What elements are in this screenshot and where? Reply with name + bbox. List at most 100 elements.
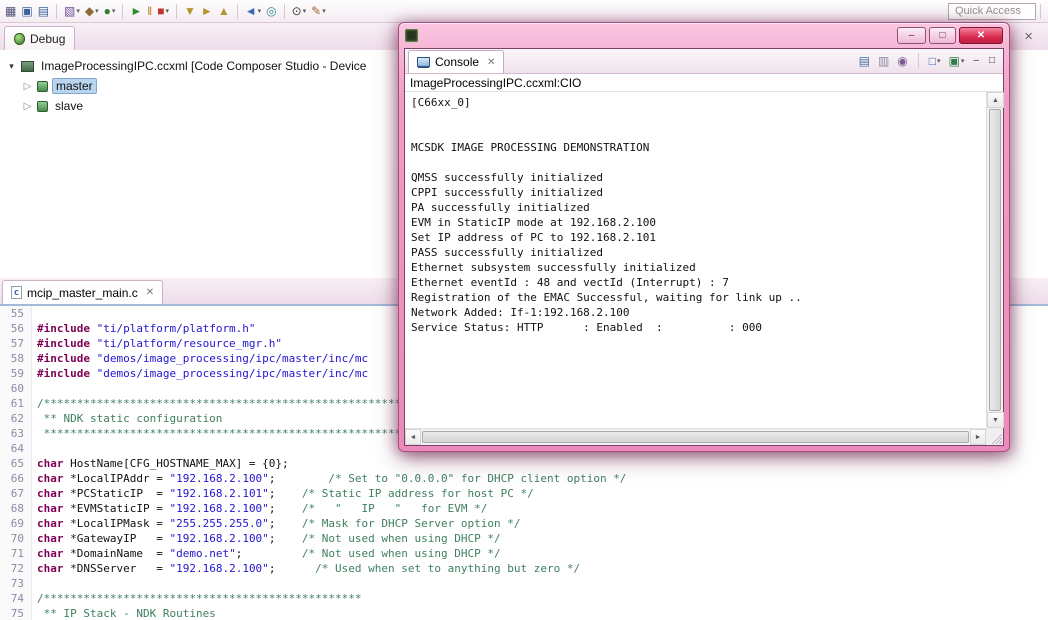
vertical-scrollbar[interactable]: ▲ ▼ (986, 92, 1004, 428)
resume-icon: ► (130, 4, 143, 18)
code-segment: /* Static IP address for host PC */ (275, 487, 534, 500)
search-icon: ⊙ (291, 4, 302, 18)
scroll-down-icon[interactable]: ▼ (987, 412, 1004, 428)
code-text: /***************************************… (32, 591, 362, 606)
clear-console-icon[interactable]: ▤ (857, 51, 872, 70)
resize-grip[interactable] (990, 432, 1002, 444)
tab-mcip-master-main[interactable]: c mcip_master_main.c ✕ (2, 280, 164, 304)
new-file-icon[interactable]: ▧ ▾ (62, 2, 82, 21)
suspend-icon: ‖ (147, 4, 153, 18)
refresh-icon[interactable]: ◎ (264, 2, 278, 21)
code-line[interactable]: 65 char HostName[CFG_HOSTNAME_MAX] = {0}; (0, 456, 1048, 471)
step-over-icon[interactable]: ► (199, 2, 215, 21)
code-line[interactable]: 66 char *LocalIPAddr = "192.168.2.100"; /… (0, 471, 1048, 486)
code-segment: char (37, 547, 64, 560)
code-line[interactable]: 73 (0, 576, 1048, 591)
open-console-icon[interactable]: ▣ ▾ (947, 51, 967, 70)
scroll-lock-icon[interactable]: ▥ (876, 51, 891, 70)
horizontal-scrollbar[interactable]: ◄ ► (405, 428, 986, 445)
code-text: char *DNSServer = "192.168.2.100"; /* Us… (32, 561, 580, 576)
code-segment: #include (37, 367, 90, 380)
quick-access-input[interactable]: Quick Access (948, 2, 1036, 20)
debug-icon[interactable]: ● ▾ (102, 2, 118, 21)
step-into-icon: ▼ (184, 4, 196, 18)
line-number: 55 (0, 306, 32, 321)
view-minimize-icon[interactable]: – (970, 55, 982, 66)
line-number: 73 (0, 576, 32, 591)
suspend-icon[interactable]: ‖ (145, 2, 154, 21)
c-file-icon: c (11, 286, 22, 299)
console-tab-close-icon[interactable]: ✕ (487, 57, 495, 68)
code-line[interactable]: 71 char *DomainName = "demo.net"; /* Not … (0, 546, 1048, 561)
code-line[interactable]: 74 /*************************************… (0, 591, 1048, 606)
step-return-icon: ▲ (217, 4, 230, 18)
tab-debug[interactable]: Debug (4, 26, 76, 50)
line-number: 71 (0, 546, 32, 561)
code-line[interactable]: 69 char *LocalIPMask = "255.255.255.0"; /… (0, 516, 1048, 531)
mark-occurrences-icon[interactable]: ✎ ▾ (309, 2, 328, 21)
search-icon[interactable]: ⊙ ▾ (290, 2, 309, 21)
code-segment: char (37, 532, 64, 545)
code-segment: HostName[CFG_HOSTNAME_MAX] = {0}; (63, 457, 289, 470)
code-segment: "demos/image_processing/ipc/master/inc/m… (96, 352, 369, 365)
save-icon[interactable]: ▣ (19, 2, 34, 21)
toolbar-separator (1040, 3, 1041, 19)
code-segment: *DNSServer = (63, 562, 170, 575)
view-maximize-icon[interactable]: □ (986, 55, 998, 66)
code-text: char *LocalIPAddr = "192.168.2.100"; /* … (32, 471, 626, 486)
step-into-icon[interactable]: ▼ (182, 2, 198, 21)
code-segment: ** IP Stack - NDK Routines (37, 607, 216, 620)
grid-view-icon: ▦ (5, 4, 17, 18)
code-line[interactable]: 68 char *EVMStaticIP = "192.168.2.100"; /… (0, 501, 1048, 516)
dropdown-caret-icon: ▾ (257, 8, 262, 15)
build-icon[interactable]: ◆ ▾ (83, 2, 101, 21)
console-window-titlebar[interactable]: – □ ✕ (405, 25, 1003, 46)
console-output[interactable]: [C66xx_0] MCSDK IMAGE PROCESSING DEMONSTR… (405, 92, 986, 428)
scroll-up-icon[interactable]: ▲ (987, 92, 1004, 108)
maximize-button[interactable]: □ (929, 27, 956, 44)
code-line[interactable]: 70 char *GatewayIP = "192.168.2.100"; /* … (0, 531, 1048, 546)
grid-view-icon[interactable]: ▦ (3, 2, 18, 21)
vertical-scroll-thumb[interactable] (989, 109, 1001, 411)
code-line[interactable]: 72 char *DNSServer = "192.168.2.100"; /* … (0, 561, 1048, 576)
resume-icon[interactable]: ► (128, 2, 144, 21)
collapse-arrow-icon[interactable]: ▷ (22, 101, 33, 112)
cpu-core-icon (37, 100, 48, 112)
code-line[interactable]: 67 char *PCStaticIP = "192.168.2.101"; /*… (0, 486, 1048, 501)
dropdown-caret-icon: ▾ (322, 8, 326, 15)
pin-console-icon[interactable]: ◉ (895, 51, 909, 70)
display-selected-console-icon[interactable]: □ ▾ (927, 51, 943, 70)
line-number: 65 (0, 456, 32, 471)
close-button[interactable]: ✕ (959, 27, 1003, 44)
line-number: 56 (0, 321, 32, 336)
terminate-icon[interactable]: ■ ▾ (155, 2, 171, 21)
scroll-left-icon[interactable]: ◄ (405, 429, 421, 445)
line-number: 64 (0, 441, 32, 456)
dropdown-caret-icon: ▾ (95, 8, 99, 15)
console-line: Registration of the EMAC Successful, wai… (411, 291, 802, 304)
restart-icon[interactable]: ◄ ▾ (243, 2, 263, 21)
line-number: 58 (0, 351, 32, 366)
code-text: /***************************************… (32, 396, 441, 411)
editor-tab-close-icon[interactable]: ✕ (146, 287, 154, 298)
save-all-icon[interactable]: ▤ (36, 2, 51, 21)
collapse-arrow-icon[interactable]: ▷ (22, 81, 33, 92)
line-number: 68 (0, 501, 32, 516)
terminate-icon: ■ (157, 4, 165, 18)
expand-arrow-icon[interactable]: ▾ (6, 61, 17, 72)
tab-console[interactable]: Console ✕ (408, 50, 505, 73)
console-line: QMSS successfully initialized (411, 171, 604, 184)
step-return-icon[interactable]: ▲ (216, 2, 232, 21)
close-icon[interactable]: ✕ (1024, 30, 1033, 43)
horizontal-scroll-thumb[interactable] (422, 431, 969, 443)
console-line: Network Added: If-1:192.168.2.100 (411, 306, 630, 319)
console-tab-row: Console ✕ ▤ ▥ ◉ □ ▾ ▣ ▾ – □ (405, 49, 1003, 74)
minimize-button[interactable]: – (897, 27, 926, 44)
code-segment: "255.255.255.0" (169, 517, 269, 530)
scroll-right-icon[interactable]: ► (970, 429, 986, 445)
clear-console-icon: ▤ (858, 53, 870, 68)
console-process-label: ImageProcessingIPC.ccxml:CIO (405, 74, 1003, 92)
code-line[interactable]: 75 ** IP Stack - NDK Routines (0, 606, 1048, 620)
